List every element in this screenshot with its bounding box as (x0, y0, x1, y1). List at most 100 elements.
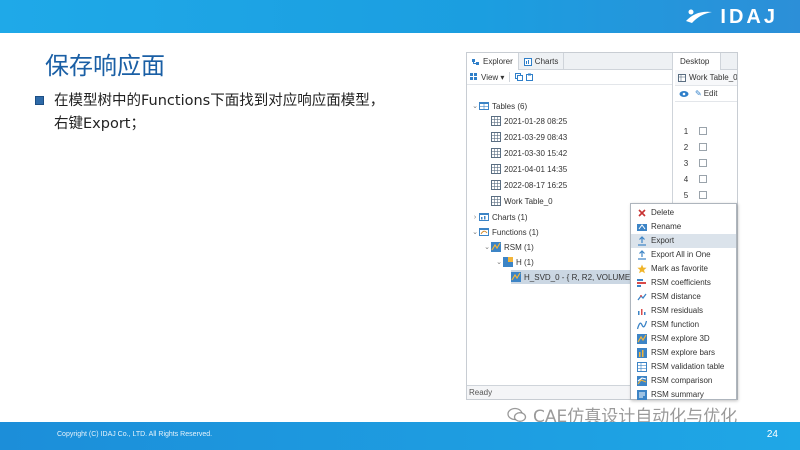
explore-bars-icon (637, 347, 647, 358)
validation-table-icon (637, 361, 647, 372)
tab-desktop[interactable]: Desktop (675, 53, 721, 70)
explorer-tabbar: Explorer Charts (467, 53, 672, 70)
export-arrow-icon (638, 235, 646, 246)
row-checkbox[interactable] (699, 127, 707, 135)
header-bar: IDAJ (0, 0, 800, 33)
table-icon (491, 132, 501, 142)
menu-item-favorite[interactable]: Mark as favorite (631, 262, 736, 276)
table-row[interactable]: 2 (675, 139, 737, 155)
table-icon (491, 196, 501, 206)
rename-icon (637, 223, 647, 231)
coefficients-icon (637, 278, 646, 287)
tree-node-table-item[interactable]: 2021-03-30 15:42 (491, 146, 567, 160)
residuals-icon (638, 308, 646, 315)
chevron-down-icon[interactable]: ⌄ (471, 102, 479, 110)
explorer-toolbar: View ▾ (467, 70, 672, 85)
copyright-text: Copyright (C) IDAJ Co., LTD. All Rights … (57, 431, 213, 438)
tree-node-rsm[interactable]: ⌄ RSM (1) (483, 240, 534, 254)
company-logo: IDAJ (684, 5, 778, 29)
copy-icon[interactable] (515, 73, 524, 81)
star-icon (637, 264, 647, 274)
tree-node-rsm-model[interactable]: H_SVD_0 - { R, R2, VOLUME } (511, 270, 638, 284)
tables-folder-icon (479, 102, 489, 110)
charts-folder-icon (479, 213, 489, 221)
view-grid-icon (470, 73, 477, 80)
eye-icon[interactable] (679, 90, 689, 98)
explorer-icon (472, 58, 479, 65)
chevron-down-icon[interactable]: ⌄ (471, 228, 479, 236)
bullet-item: 在模型树中的Functions下面找到对应响应面模型， 右键Export； (35, 90, 455, 136)
menu-item-export-all[interactable]: Export All in One (631, 248, 736, 262)
menu-item-rename[interactable]: Rename (631, 220, 736, 234)
paste-icon[interactable] (526, 73, 534, 81)
footer-bar: Copyright (C) IDAJ Co., LTD. All Rights … (0, 422, 800, 450)
chevron-right-icon[interactable]: › (471, 214, 479, 221)
tab-explorer[interactable]: Explorer (467, 53, 519, 70)
menu-item-rsm-explore-bars[interactable]: RSM explore bars (631, 346, 736, 360)
bullet-text: 在模型树中的Functions下面找到对应响应面模型， 右键Export； (54, 90, 384, 136)
chevron-down-icon[interactable]: ⌄ (483, 243, 491, 251)
table-row[interactable]: 4 (675, 171, 737, 187)
table-rows: 1 2 3 4 5 (675, 123, 737, 203)
table-row[interactable]: 1 (675, 123, 737, 139)
logo-swoosh-icon (686, 9, 713, 23)
square-bullet-icon (35, 96, 44, 105)
pencil-icon: ✎ (695, 89, 702, 98)
rsm-icon (491, 242, 501, 252)
export-all-icon (638, 249, 646, 260)
menu-item-rsm-function[interactable]: RSM function (631, 318, 736, 332)
table-icon (491, 180, 501, 190)
tree-node-table-item[interactable]: 2022-08-17 16:25 (491, 178, 567, 192)
tree-node-table-item[interactable]: Work Table_0 (491, 194, 553, 208)
menu-item-rsm-comparison[interactable]: RSM comparison (631, 374, 736, 388)
toolbar-separator (509, 72, 511, 82)
h-output-icon (503, 257, 513, 267)
row-checkbox[interactable] (699, 191, 707, 199)
context-menu: Delete Rename Export Export All in One M… (630, 203, 737, 400)
desktop-tabbar: Desktop (675, 53, 737, 70)
distance-icon (637, 293, 647, 301)
table-row[interactable]: 5 (675, 187, 737, 203)
delete-x-icon (638, 209, 646, 217)
view-menu-button[interactable]: View ▾ (481, 73, 504, 82)
summary-icon (637, 389, 647, 400)
function-curve-icon (637, 320, 647, 329)
tree-node-table-item[interactable]: 2021-01-28 08:25 (491, 114, 567, 128)
menu-item-rsm-summary[interactable]: RSM summary (631, 388, 736, 402)
tree-node-functions[interactable]: ⌄ Functions (1) (471, 225, 539, 239)
worktable-tab[interactable]: Work Table_0 (675, 70, 737, 86)
desktop-toolbar: ✎ Edit (675, 86, 737, 102)
tree-node-h[interactable]: ⌄ H (1) (495, 255, 534, 269)
functions-folder-icon (479, 228, 489, 236)
menu-item-rsm-coefficients[interactable]: RSM coefficients (631, 276, 736, 290)
chevron-down-icon[interactable]: ⌄ (495, 258, 503, 266)
bullet-line-2: 右键Export； (54, 116, 145, 132)
menu-item-rsm-residuals[interactable]: RSM residuals (631, 304, 736, 318)
tree-node-table-item[interactable]: 2021-04-01 14:35 (491, 162, 567, 176)
menu-item-rsm-explore-3d[interactable]: RSM explore 3D (631, 332, 736, 346)
menu-item-delete[interactable]: Delete (631, 206, 736, 220)
menu-item-rsm-distance[interactable]: RSM distance (631, 290, 736, 304)
table-icon (491, 164, 501, 174)
edit-button[interactable]: Edit (704, 89, 718, 98)
table-icon (491, 116, 501, 126)
table-row[interactable]: 3 (675, 155, 737, 171)
table-icon (678, 73, 686, 82)
rsm-model-icon (511, 272, 521, 282)
menu-item-rsm-validation-table[interactable]: RSM validation table (631, 360, 736, 374)
charts-icon (523, 57, 532, 66)
row-checkbox[interactable] (699, 159, 707, 167)
tree-node-tables[interactable]: ⌄ Tables (6) (471, 99, 527, 113)
menu-item-export[interactable]: Export (631, 234, 736, 248)
tree-node-table-item[interactable]: 2021-03-29 08:43 (491, 130, 567, 144)
wechat-icon (507, 407, 527, 422)
row-checkbox[interactable] (699, 175, 707, 183)
tree-node-charts[interactable]: › Charts (1) (471, 210, 528, 224)
row-checkbox[interactable] (699, 143, 707, 151)
page-number: 24 (766, 429, 778, 440)
bullet-line-1: 在模型树中的Functions下面找到对应响应面模型， (54, 93, 385, 109)
table-icon (491, 148, 501, 158)
tab-charts[interactable]: Charts (519, 53, 565, 70)
explore-3d-icon (637, 333, 647, 344)
comparison-icon (637, 375, 647, 386)
